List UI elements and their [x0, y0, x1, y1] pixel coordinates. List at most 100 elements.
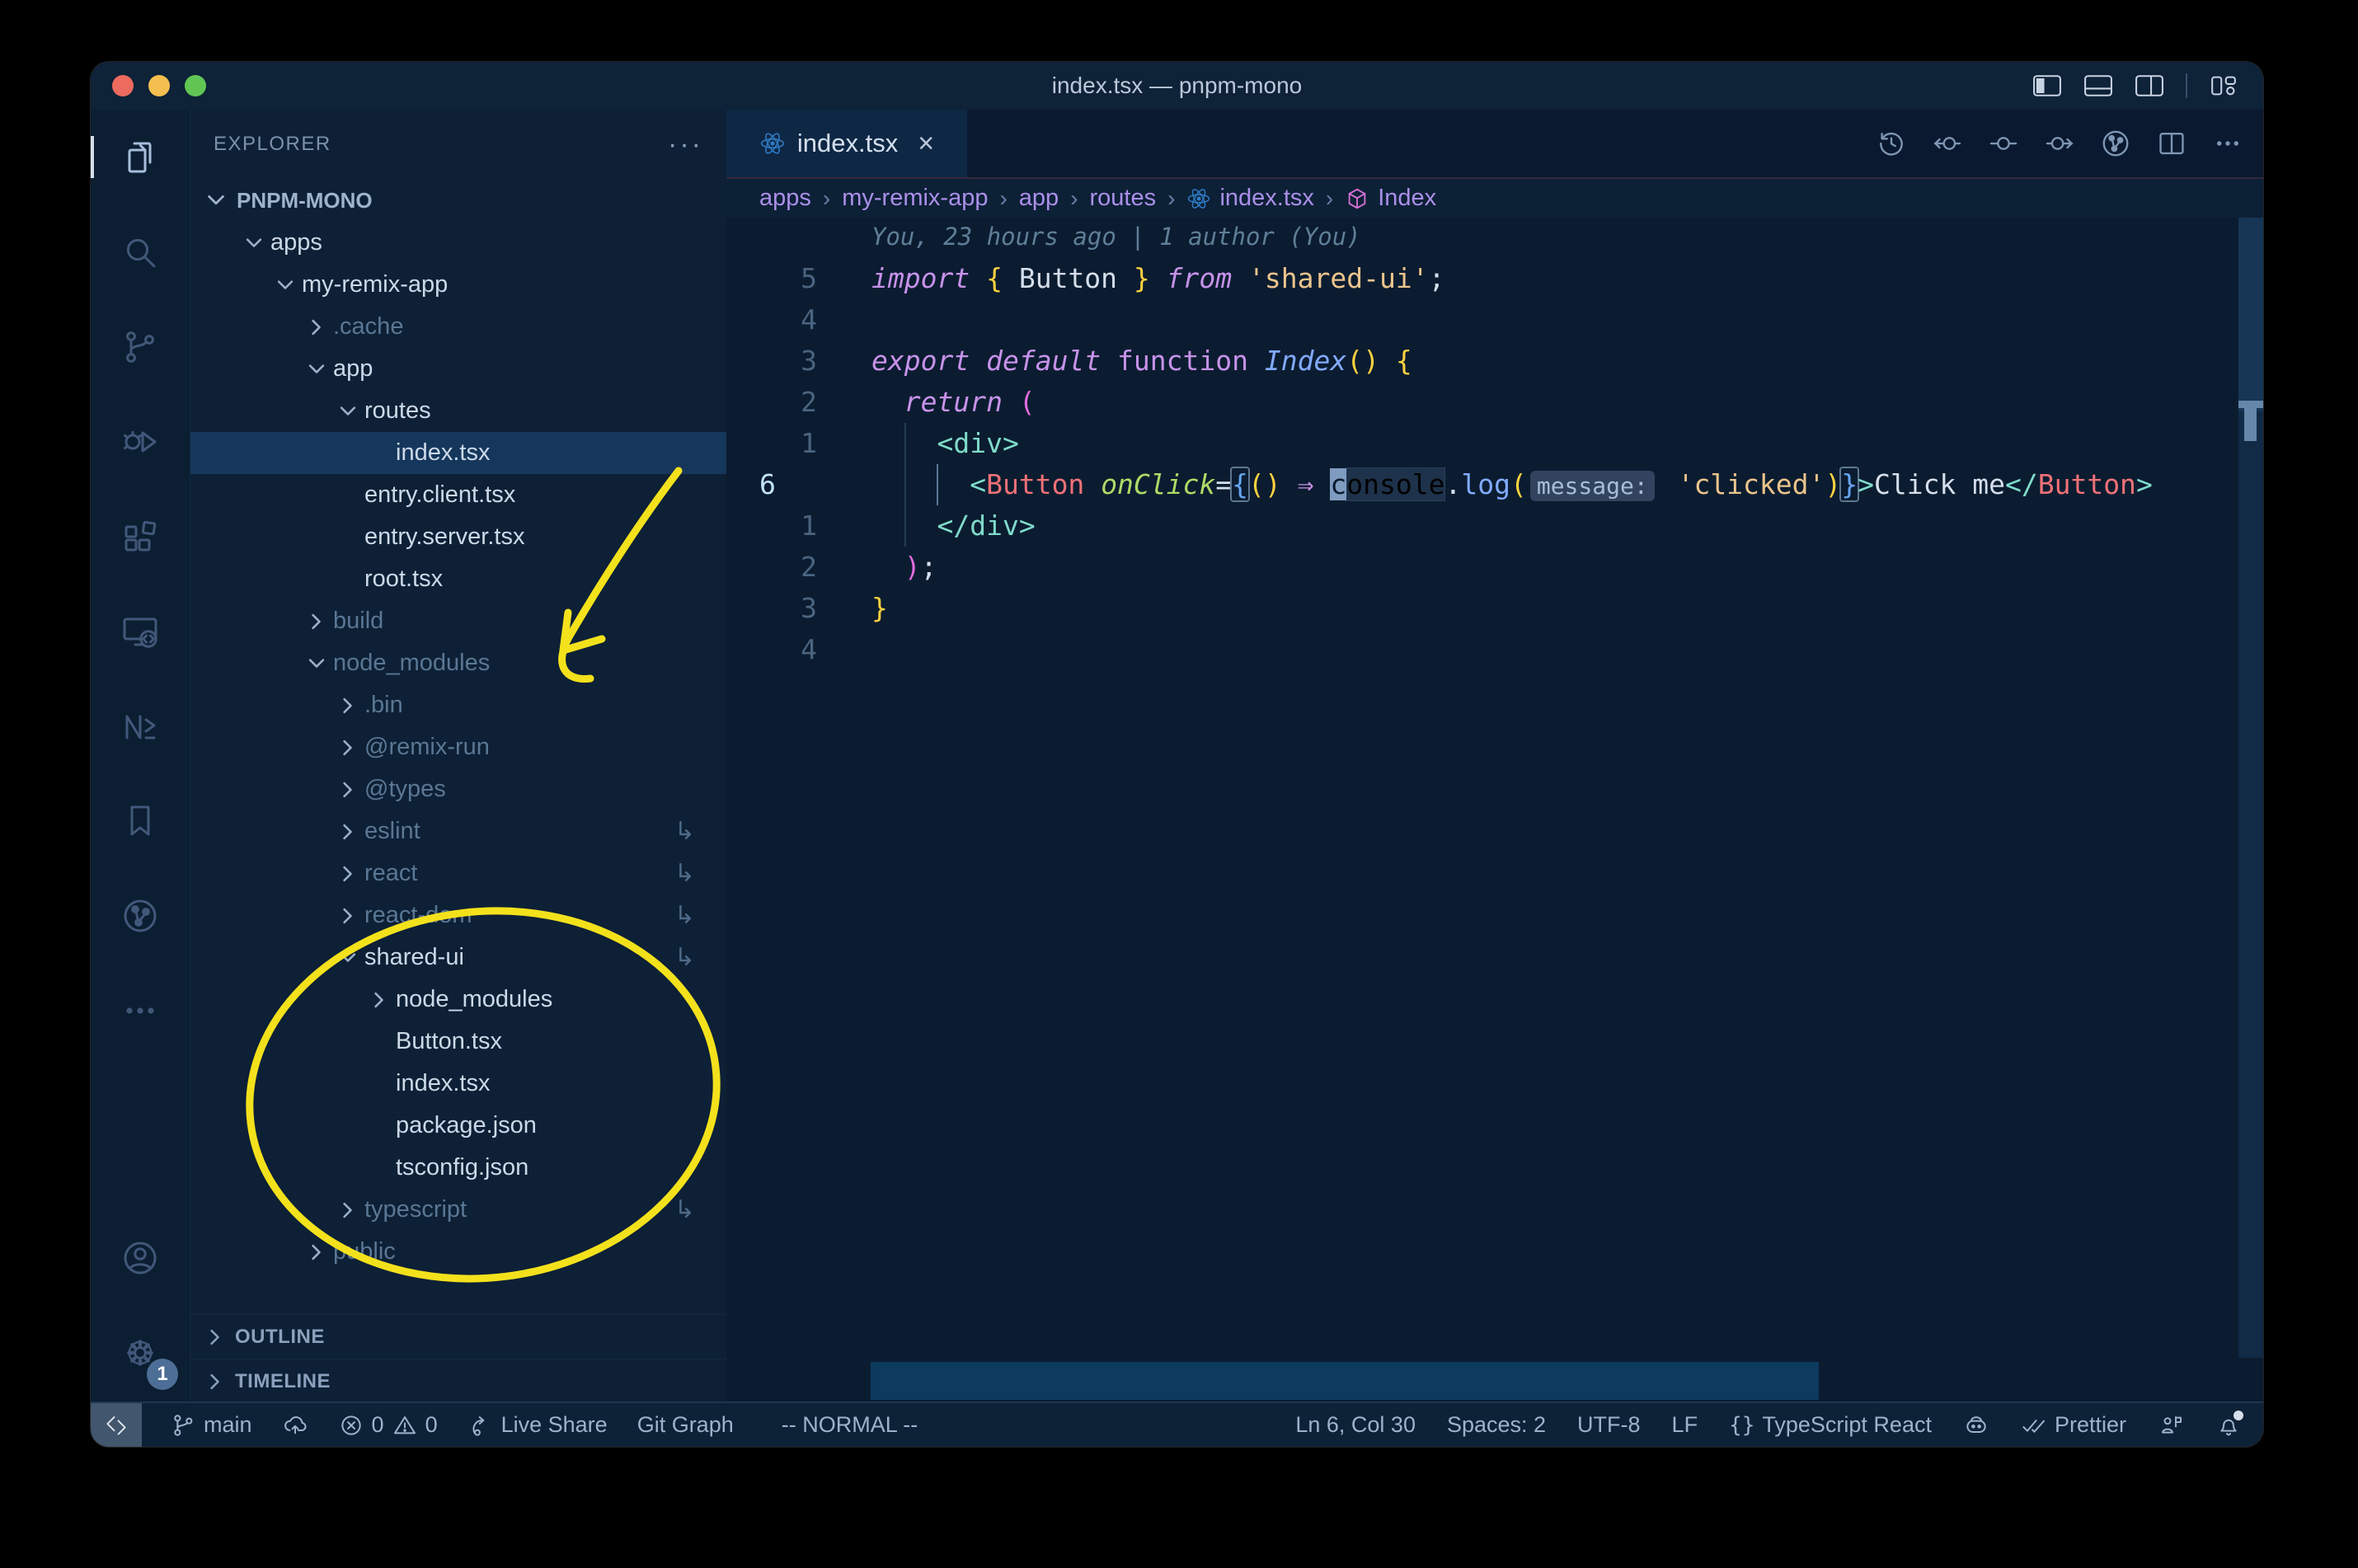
activitybar-item-more[interactable] — [91, 963, 190, 1058]
close-tab-icon[interactable]: × — [918, 128, 934, 160]
code-editor[interactable]: You, 23 hours ago | 1 author (You) 5 impo… — [726, 218, 2263, 1403]
status-main[interactable]: main — [170, 1412, 252, 1439]
nav-back-icon[interactable] — [1932, 128, 1963, 159]
breadcrumb-item-routes[interactable]: routes — [1090, 185, 1157, 212]
tree-item-build[interactable]: build — [190, 600, 726, 642]
tree-item-public[interactable]: public — [190, 1231, 726, 1273]
status-typescript-react[interactable]: {} TypeScript React — [1729, 1412, 1932, 1438]
activitybar-item-source-control[interactable] — [91, 299, 190, 394]
tree-item-index-tsx[interactable]: index.tsx — [190, 1063, 726, 1105]
tree-item-eslint[interactable]: eslint ↳ — [190, 810, 726, 852]
tree-item--bin[interactable]: 0110.bin — [190, 684, 726, 726]
activitybar-item-remote-explorer[interactable] — [91, 584, 190, 678]
zoom-window-button[interactable] — [185, 75, 206, 96]
breadcrumb-item-index-tsx[interactable]: index.tsx — [1186, 185, 1314, 212]
tree-item-entry-server-tsx[interactable]: entry.server.tsx — [190, 516, 726, 558]
tree-item-apps[interactable]: apps — [190, 222, 726, 264]
tree-item-button-tsx[interactable]: Button.tsx — [190, 1021, 726, 1063]
bookmarks-icon — [120, 801, 160, 841]
activitybar-item-account[interactable] — [91, 1210, 190, 1305]
activitybar-item-explorer[interactable] — [91, 110, 190, 204]
token: from — [1166, 262, 1233, 294]
tree-item-my-remix-app[interactable]: my-remix-app — [190, 264, 726, 306]
breadcrumb-separator: › — [1325, 185, 1334, 211]
activitybar-item-settings[interactable]: 1 — [91, 1305, 190, 1400]
breadcrumb-item-apps[interactable]: apps — [759, 185, 811, 212]
tree-item-react-dom[interactable]: react-dom ↳ — [190, 894, 726, 937]
status-prettier[interactable]: Prettier — [2021, 1412, 2126, 1439]
token: () — [1346, 345, 1379, 377]
breadcrumb-item-app[interactable]: app — [1019, 185, 1059, 212]
tree-item-package-json[interactable]: npmpackage.json — [190, 1105, 726, 1147]
remote-indicator[interactable] — [91, 1403, 142, 1447]
breadcrumb-item-my-remix-app[interactable]: my-remix-app — [842, 185, 988, 212]
tree-item-label: @types — [364, 776, 446, 802]
token: Button — [1002, 262, 1134, 294]
close-window-button[interactable] — [112, 75, 134, 96]
tree-item--cache[interactable]: .cache — [190, 306, 726, 348]
tree-item-shared-ui[interactable]: shared-ui ↳ — [190, 937, 726, 979]
status-spaces-2[interactable]: Spaces: 2 — [1447, 1412, 1546, 1438]
tree-item-entry-client-tsx[interactable]: entry.client.tsx — [190, 474, 726, 516]
vertical-scrollbar-thumb[interactable] — [2238, 218, 2263, 411]
status-label: Spaces: 2 — [1446, 1412, 1547, 1437]
sidebar-title: EXPLORER — [214, 133, 331, 155]
nav-forward-icon[interactable] — [2044, 128, 2075, 159]
tree-item-tsconfig-json[interactable]: TStsconfig.json — [190, 1147, 726, 1189]
nav-circle-icon[interactable] — [1988, 128, 2019, 159]
tree-item--types[interactable]: TS@types — [190, 768, 726, 810]
customize-layout-icon[interactable] — [2209, 73, 2238, 98]
breadcrumb-item-index[interactable]: Index — [1345, 185, 1436, 212]
status-feedback[interactable] — [2158, 1412, 2184, 1439]
activitybar-item-nx-console[interactable] — [91, 678, 190, 773]
tab-index-tsx[interactable]: index.tsx × — [726, 110, 967, 177]
activitybar-item-run-debug[interactable] — [91, 394, 190, 489]
tree-item--remix-run[interactable]: @remix-run — [190, 726, 726, 768]
status-bell[interactable] — [2215, 1410, 2243, 1439]
tree-item-app[interactable]: app — [190, 348, 726, 390]
tree-item-root-tsx[interactable]: root.tsx — [190, 558, 726, 600]
tree-item-index-tsx[interactable]: index.tsx — [190, 432, 726, 474]
timeline-clock-icon[interactable] — [1876, 128, 1907, 159]
section-header-timeline[interactable]: TIMELINE — [190, 1359, 726, 1403]
activitybar-item-bookmarks[interactable] — [91, 773, 190, 868]
workspace-section-header[interactable]: PNPM-MONO — [190, 179, 726, 222]
horizontal-scrollbar-thumb[interactable] — [871, 1362, 1819, 1400]
account-icon — [120, 1238, 160, 1278]
minimize-window-button[interactable] — [148, 75, 170, 96]
status-live-share[interactable]: Live Share — [467, 1412, 608, 1439]
layout-sidebar-icon[interactable] — [2032, 73, 2062, 98]
activitybar-item-git-graph[interactable] — [91, 868, 190, 963]
sidebar-more-icon[interactable]: ··· — [668, 129, 703, 161]
status-lf[interactable]: LF — [1672, 1412, 1698, 1438]
git-graph-icon[interactable] — [2100, 128, 2131, 159]
status-normal[interactable]: -- NORMAL -- — [782, 1412, 918, 1438]
vertical-scrollbar[interactable] — [2238, 218, 2263, 1358]
tree-item-label: node_modules — [396, 986, 553, 1012]
tree-item-routes[interactable]: routes — [190, 390, 726, 432]
token: c — [1330, 468, 1347, 500]
status-utf-8[interactable]: UTF-8 — [1577, 1412, 1641, 1438]
layout-split-icon[interactable] — [2135, 73, 2164, 98]
ellipsis-icon[interactable] — [2212, 128, 2243, 159]
status-copilot[interactable] — [1963, 1412, 1989, 1439]
layout-panel-icon[interactable] — [2083, 73, 2113, 98]
status-0[interactable]: 00 — [338, 1412, 438, 1439]
tree-item-node-modules[interactable]: jsnode_modules — [190, 642, 726, 684]
tree-item-label: index.tsx — [396, 1070, 491, 1096]
tree-item-node-modules[interactable]: jsnode_modules — [190, 979, 726, 1021]
activitybar-item-search[interactable] — [91, 204, 190, 299]
overview-ruler-cursor-marker — [2244, 408, 2257, 441]
status-git-graph[interactable]: Git Graph — [637, 1412, 734, 1438]
status-ln-6-col-30[interactable]: Ln 6, Col 30 — [1295, 1412, 1416, 1438]
activitybar-item-extensions[interactable] — [91, 489, 190, 584]
nx-console-icon — [120, 707, 160, 746]
status-cloud-upload[interactable] — [282, 1412, 308, 1439]
section-header-outline[interactable]: OUTLINE — [190, 1314, 726, 1359]
tree-item-react[interactable]: react ↳ — [190, 852, 726, 894]
more-icon — [120, 991, 160, 1030]
split-editor-icon[interactable] — [2156, 128, 2187, 159]
tree-item-typescript[interactable]: TStypescript↳ — [190, 1189, 726, 1231]
explorer-sidebar: EXPLORER ··· PNPM-MONO apps my-remix-app.… — [190, 110, 726, 1403]
